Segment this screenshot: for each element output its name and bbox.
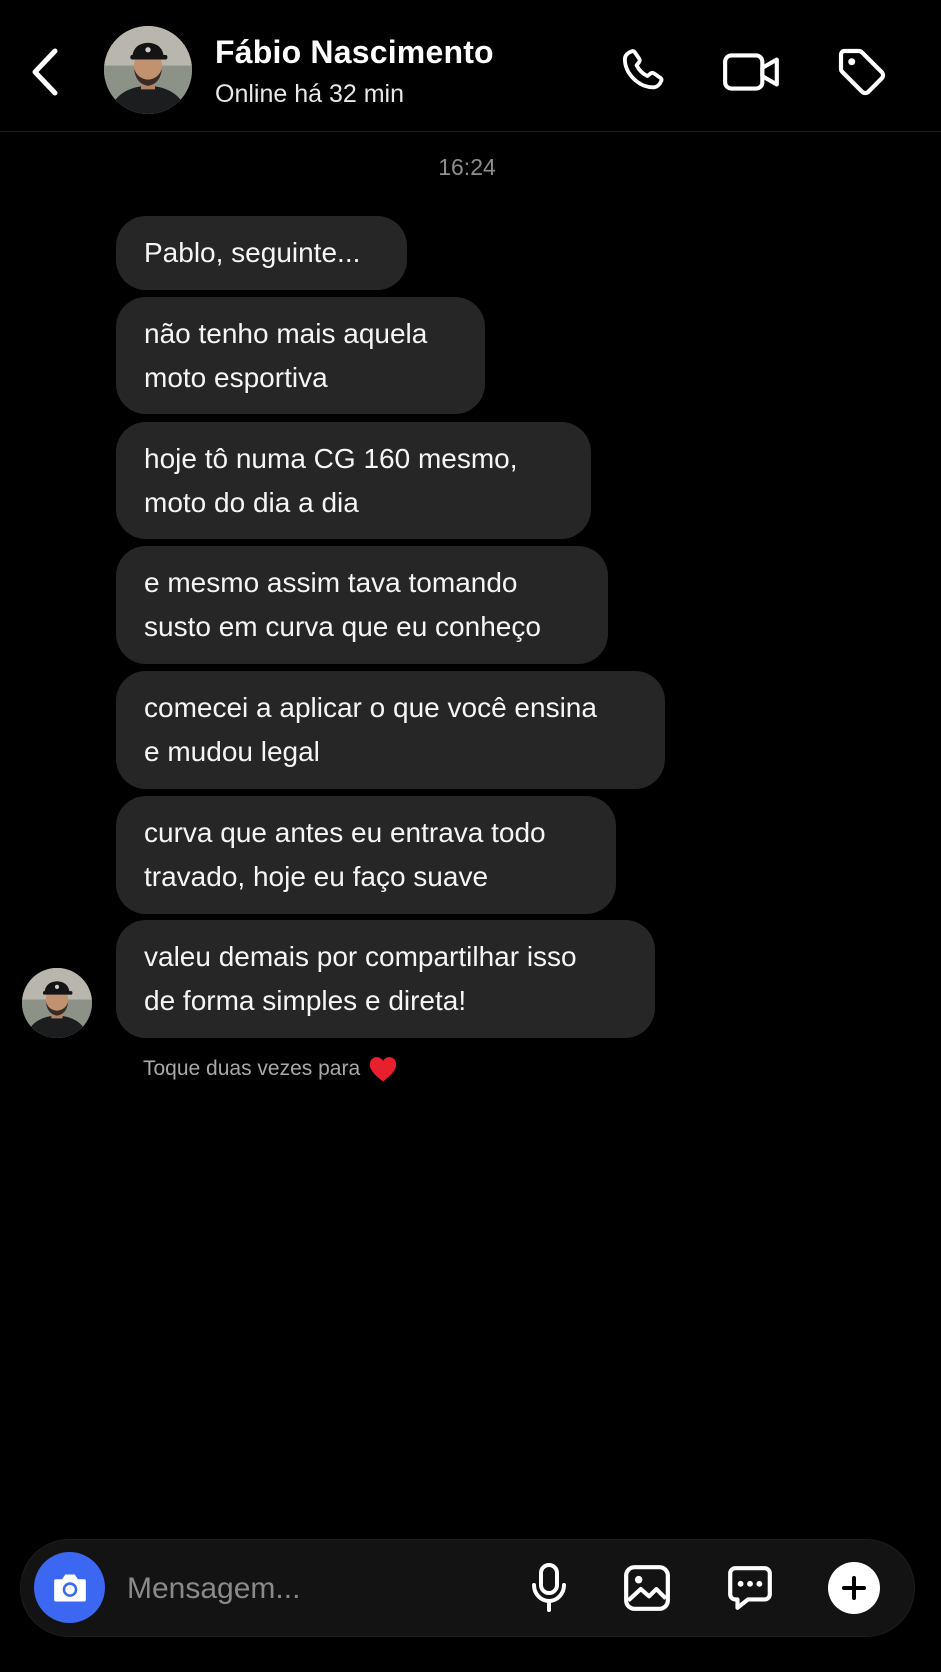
message-bubble[interactable]: valeu demais por compartilhar isso de fo… (116, 920, 655, 1038)
sender-avatar[interactable] (22, 968, 92, 1038)
video-camera-icon (723, 53, 779, 91)
chat-bubble-icon (728, 1566, 772, 1610)
tag-icon (838, 48, 886, 96)
double-tap-hint: Toque duas vezes para (143, 1055, 398, 1083)
online-status: Online há 32 min (215, 80, 405, 108)
gallery-button[interactable] (619, 1560, 675, 1616)
voice-message-button[interactable] (521, 1560, 577, 1616)
phone-icon (622, 49, 664, 90)
chat-extras-button[interactable] (722, 1560, 778, 1616)
contact-avatar[interactable] (104, 26, 192, 114)
message-timestamp: 16:24 (438, 154, 496, 180)
message-bubble[interactable]: não tenho mais aquela moto esportiva (116, 297, 485, 414)
video-call-button[interactable] (720, 40, 784, 104)
message-bubble[interactable]: comecei a aplicar o que você ensina e mu… (116, 671, 665, 789)
contact-name[interactable]: Fábio Nascimento (215, 34, 494, 71)
microphone-icon (532, 1563, 566, 1612)
double-tap-hint-label: Toque duas vezes para (143, 1057, 361, 1080)
message-composer (20, 1539, 915, 1637)
plus-icon (842, 1576, 866, 1600)
chat-header: Fábio Nascimento Online há 32 min (0, 0, 941, 132)
message-input[interactable] (125, 1562, 429, 1616)
more-options-button[interactable] (828, 1562, 880, 1614)
chevron-left-icon (32, 48, 58, 96)
message-bubble[interactable]: Pablo, seguinte... (116, 216, 407, 290)
message-bubble[interactable]: e mesmo assim tava tomando susto em curv… (116, 546, 608, 664)
camera-icon (53, 1574, 86, 1601)
tag-button[interactable] (830, 40, 894, 104)
heart-icon (370, 1057, 397, 1082)
voice-call-button[interactable] (612, 40, 676, 104)
back-button[interactable] (22, 42, 68, 102)
message-bubble[interactable]: curva que antes eu entrava todo travado,… (116, 796, 616, 914)
avatar-photo (104, 26, 192, 114)
image-icon (624, 1565, 670, 1611)
camera-button[interactable] (34, 1552, 105, 1623)
message-bubble[interactable]: hoje tô numa CG 160 mesmo, moto do dia a… (116, 422, 591, 539)
avatar-photo (22, 968, 92, 1038)
